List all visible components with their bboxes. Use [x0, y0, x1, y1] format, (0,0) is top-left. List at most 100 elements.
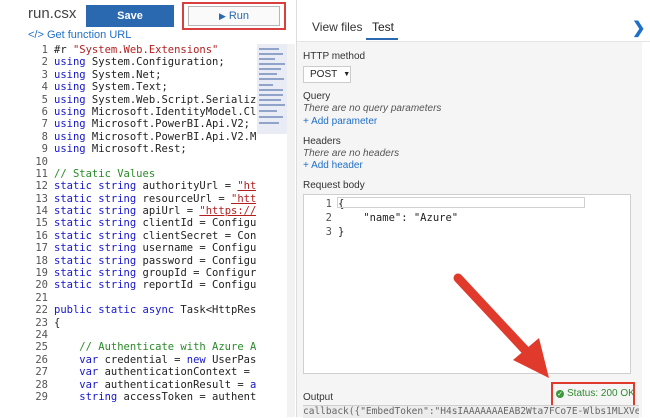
body-line: 3}: [304, 225, 345, 239]
code-token: static string: [54, 254, 137, 267]
line-number: 8: [41, 130, 48, 143]
line-number: 14: [35, 205, 48, 218]
code-token: static string: [54, 192, 137, 205]
add-parameter-link[interactable]: + Add parameter: [303, 116, 377, 127]
code-token: "System.Web.Extensions": [72, 44, 219, 56]
code-token: using: [54, 68, 86, 81]
code-line: 9 using Microsoft.Rest;: [28, 143, 256, 155]
line-number: 10: [35, 155, 48, 168]
add-header-link[interactable]: + Add header: [303, 160, 363, 171]
code-token: awai: [249, 378, 256, 391]
file-title: run.csx: [28, 5, 77, 22]
request-body-editor[interactable]: 1{2 "name": "Azure" 3}: [303, 194, 631, 374]
line-number: 22: [35, 304, 48, 317]
code-token: var: [54, 378, 99, 391]
code-token: Microsoft.PowerBI.Api.V2;: [85, 118, 250, 131]
code-line: 10: [28, 156, 256, 168]
save-button[interactable]: Save: [86, 5, 174, 27]
code-token: static string: [54, 205, 137, 218]
current-line-highlight: [337, 197, 585, 208]
code-line: 2 using System.Configuration;: [28, 56, 256, 68]
line-number: 29: [35, 390, 48, 403]
code-token: System.Web.Script.Serializatio: [91, 93, 256, 106]
code-line: 28 var authenticationResult = awai: [28, 379, 256, 391]
code-token: groupId = Configurati: [142, 267, 257, 280]
chevron-right-icon[interactable]: ❯: [632, 18, 645, 38]
code-token: {: [54, 316, 61, 329]
code-line: 29 string accessToken = authentica: [28, 391, 256, 403]
code-token: var: [54, 366, 99, 379]
run-button[interactable]: ▶ Run: [188, 6, 280, 26]
code-token: #r: [54, 44, 73, 56]
active-tab-indicator: [366, 38, 398, 40]
code-token: accessToken = authentica: [123, 390, 256, 403]
code-line: 12 static string authorityUrl = "https:: [28, 180, 256, 192]
code-line: 16 static string clientSecret = Config: [28, 230, 256, 242]
code-line: 25 // Authenticate with Azure Ad >: [28, 341, 256, 353]
code-token: using: [54, 105, 86, 118]
http-method-label: HTTP method: [303, 51, 366, 62]
line-number: 26: [35, 353, 48, 366]
code-token: System.Text;: [85, 81, 168, 94]
body-line: 2 "name": "Azure": [304, 211, 458, 225]
code-line: 13 static string resourceUrl = "https:/: [28, 193, 256, 205]
editor-scrollbar[interactable]: [287, 44, 295, 417]
code-token: using: [54, 130, 86, 143]
line-number: 4: [41, 81, 48, 94]
code-token: new: [186, 353, 206, 366]
code-line: 20 static string reportId = Configurat: [28, 279, 256, 291]
code-line: 19 static string groupId = Configurati: [28, 267, 256, 279]
code-line: 6 using Microsoft.IdentityModel.Client: [28, 106, 256, 118]
code-line: 24: [28, 329, 256, 341]
code-token: clientSecret = Config: [142, 229, 257, 242]
body-line-text: "name": "Azure": [338, 212, 459, 224]
code-token: clientId = Configurat: [142, 217, 257, 230]
line-number: 12: [35, 180, 48, 193]
code-line: 11 // Static Values: [28, 168, 256, 180]
line-number: 18: [35, 254, 48, 267]
output-text: callback({"EmbedToken":"H4sIAAAAAAAEAB2W…: [303, 405, 639, 418]
code-line: 15 static string clientId = Configurat: [28, 217, 256, 229]
line-number: 9: [41, 143, 48, 156]
code-token: // Authenticate with Azure Ad >: [54, 341, 256, 354]
code-line: 4 using System.Text;: [28, 81, 256, 93]
http-method-select[interactable]: POST ▼: [303, 66, 351, 83]
line-number: 7: [41, 118, 48, 131]
status-highlight-frame: [551, 382, 635, 407]
query-empty-text: There are no query parameters: [303, 103, 442, 114]
line-number: 15: [35, 217, 48, 230]
body-line-text: }: [338, 226, 345, 238]
code-token: static string: [54, 279, 137, 292]
code-line: 27 var authenticationContext = new: [28, 366, 256, 378]
code-token: Microsoft.IdentityModel.Client: [91, 105, 256, 118]
code-token: credential =: [98, 353, 187, 366]
line-number: 3: [41, 68, 48, 81]
code-line: 1 #r "System.Web.Extensions": [28, 44, 256, 56]
code-line: 21: [28, 292, 256, 304]
code-line: 23 {: [28, 317, 256, 329]
code-token: static string: [54, 229, 137, 242]
code-line: 22 public static async Task<HttpRespon: [28, 304, 256, 316]
code-editor[interactable]: 1 #r "System.Web.Extensions" 2 using System…: [28, 44, 256, 417]
line-number: 25: [35, 341, 48, 354]
code-line: 5 using System.Web.Script.Serializatio: [28, 94, 256, 106]
code-token: authenticationResult =: [98, 378, 250, 391]
code-token: using: [54, 143, 86, 156]
code-token: username = Configurat: [142, 242, 257, 255]
query-label: Query: [303, 91, 331, 102]
code-token: System.Configuration;: [85, 56, 225, 69]
code-token: using: [54, 56, 86, 69]
tab-test[interactable]: Test: [372, 20, 394, 34]
line-number: 20: [35, 279, 48, 292]
run-button-label: Run: [228, 10, 250, 22]
code-minimap[interactable]: [257, 44, 287, 134]
code-line: 8 using Microsoft.PowerBI.Api.V2.Model: [28, 131, 256, 143]
line-number: 24: [35, 328, 48, 341]
tab-view-files[interactable]: View files: [312, 20, 362, 34]
code-token: using: [54, 81, 86, 94]
line-number: 27: [35, 366, 48, 379]
http-method-value: POST: [310, 69, 338, 80]
get-function-url-link[interactable]: </> Get function URL: [28, 29, 131, 41]
code-token: var: [54, 353, 99, 366]
line-number: 16: [35, 229, 48, 242]
